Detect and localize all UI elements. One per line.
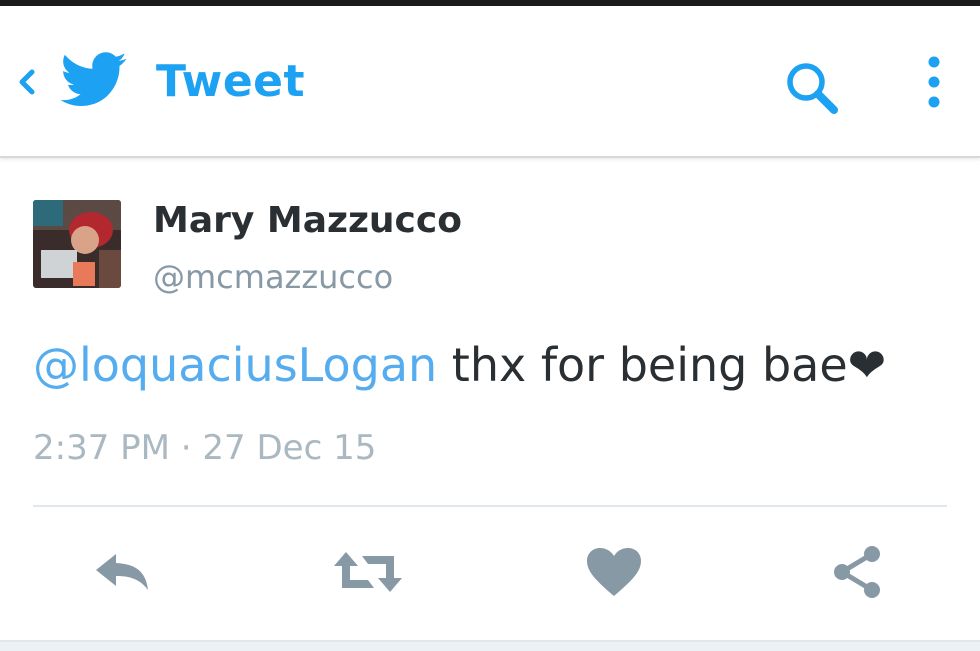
- back-button[interactable]: [14, 64, 40, 100]
- share-button[interactable]: [818, 540, 898, 604]
- like-button[interactable]: [574, 540, 654, 604]
- reply-icon: [96, 554, 148, 590]
- reply-button[interactable]: [82, 540, 162, 604]
- tweet-body: thx for being bae❤: [437, 338, 887, 392]
- overflow-menu-icon: [928, 56, 940, 108]
- search-button[interactable]: [780, 56, 844, 120]
- tweet-detail: Mary Mazzucco @mcmazzucco @loquaciusLoga…: [0, 160, 980, 640]
- bottom-divider: [0, 640, 980, 651]
- tweet-timestamp: 2:37 PM · 27 Dec 15: [33, 428, 377, 468]
- heart-icon: [587, 548, 641, 596]
- avatar[interactable]: [33, 200, 121, 288]
- overflow-menu-button[interactable]: [918, 52, 950, 124]
- search-icon: [787, 63, 838, 114]
- author-handle[interactable]: @mcmazzucco: [153, 258, 393, 296]
- retweet-icon: [334, 552, 402, 592]
- author-display-name[interactable]: Mary Mazzucco: [153, 200, 462, 241]
- page-title: Tweet: [156, 56, 306, 107]
- retweet-button[interactable]: [328, 540, 408, 604]
- chevron-left-icon: [19, 69, 35, 95]
- share-icon: [834, 546, 880, 598]
- tweet-text: @loquaciusLogan thx for being bae❤: [33, 338, 886, 392]
- divider: [33, 505, 947, 507]
- app-bar: Tweet: [0, 6, 980, 158]
- twitter-bird-icon: [60, 52, 128, 108]
- mention-link[interactable]: @loquaciusLogan: [33, 338, 437, 392]
